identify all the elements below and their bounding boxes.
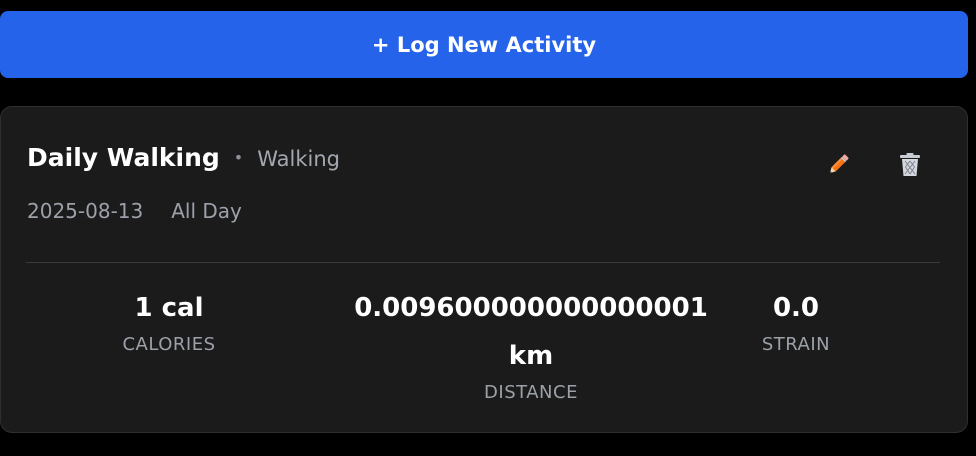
log-new-activity-button[interactable]: + Log New Activity — [0, 11, 968, 78]
distance-unit: km — [508, 341, 554, 371]
activity-title: Daily Walking — [27, 143, 220, 172]
stat-calories: 1 cal CALORIES — [69, 284, 269, 356]
strain-value: 0.0 — [772, 293, 820, 323]
strain-label: STRAIN — [761, 334, 831, 355]
edit-button[interactable] — [818, 145, 858, 185]
stat-distance: 0.009600000000000001 km DISTANCE — [331, 284, 731, 404]
card-divider — [26, 262, 940, 263]
activity-title-row: Daily Walking • Walking — [27, 143, 340, 172]
calories-value: 1 cal — [134, 293, 204, 323]
activity-card: Daily Walking • Walking 2025-08-13 All D… — [0, 106, 968, 433]
pencil-icon — [829, 154, 849, 174]
activity-meta: 2025-08-13 All Day — [27, 199, 242, 223]
delete-button[interactable] — [890, 145, 930, 185]
stat-strain: 0.0 STRAIN — [696, 284, 896, 356]
activity-date: 2025-08-13 — [27, 199, 144, 223]
separator-dot: • — [233, 148, 244, 167]
activity-type: Walking — [257, 147, 340, 171]
activity-time: All Day — [171, 199, 242, 223]
calories-label: CALORIES — [122, 334, 216, 355]
trash-icon — [900, 153, 920, 176]
distance-value: 0.009600000000000001 — [354, 293, 708, 323]
distance-label: DISTANCE — [484, 382, 578, 403]
